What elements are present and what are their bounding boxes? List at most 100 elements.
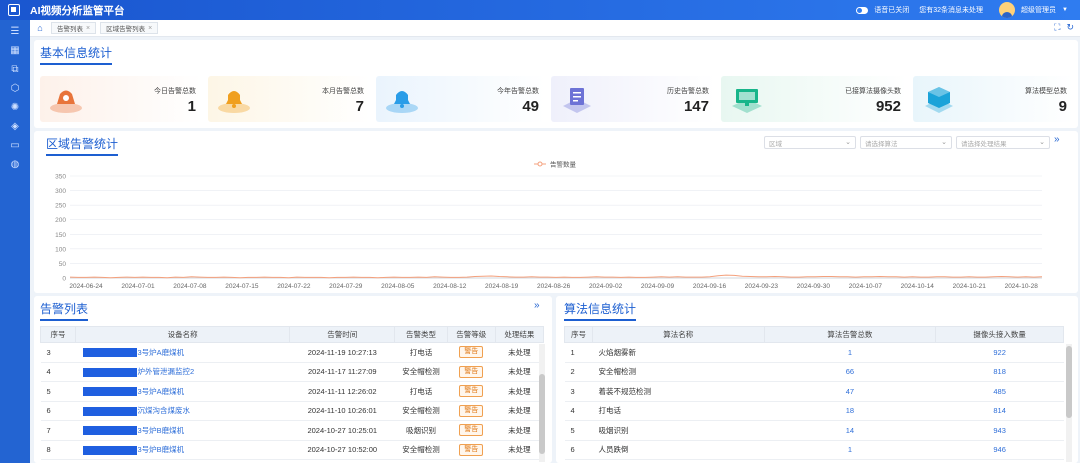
tab-alarm-list[interactable]: 告警列表 × — [51, 22, 97, 34]
table-row[interactable]: 3 3号炉A磨煤机 2024-11-19 10:27:13 打电话 警告 未处理 — [40, 342, 544, 363]
message-notice-link[interactable]: 您有32条消息未处理 — [919, 5, 983, 15]
y-tick-label: 100 — [55, 246, 66, 253]
device-name-text[interactable]: 3号炉B磨煤机 — [137, 426, 184, 435]
avatar[interactable] — [999, 2, 1016, 18]
alarm-time: 2024-11-10 10:26:01 — [289, 401, 395, 421]
handle-result: 未处理 — [495, 362, 544, 382]
globe-icon[interactable]: ◍ — [0, 155, 30, 174]
home-icon[interactable]: ⌂ — [33, 22, 47, 34]
device-name-link[interactable]: 3号炉B磨煤机 — [75, 440, 290, 460]
alarm-level: 警告 — [447, 342, 496, 363]
algorithm-alarm-count[interactable]: 66 — [764, 362, 936, 382]
chevron-down-icon[interactable]: ▼ — [1062, 7, 1068, 13]
camera-count[interactable]: 943 — [935, 420, 1064, 441]
table-row[interactable]: 8 3号炉B磨煤机 2024-10-27 10:52:00 安全帽检测 警告 未处理 — [40, 440, 544, 460]
x-tick-label: 2024-07-15 — [225, 283, 259, 290]
redacted-block — [83, 387, 138, 397]
device-name-text[interactable]: 3号炉A磨煤机 — [137, 348, 184, 357]
app-logo-icon — [8, 4, 20, 16]
expand-icon[interactable]: » — [534, 300, 540, 311]
row-number: 4 — [40, 362, 76, 382]
column-header: 设备名称 — [74, 326, 291, 343]
device-name-text[interactable]: 沉煤沟含煤废水 — [137, 406, 190, 415]
settings-icon[interactable]: ✺ — [0, 98, 30, 117]
x-tick-label: 2024-09-09 — [641, 283, 675, 290]
alarm-type: 打电话 — [394, 381, 448, 402]
column-header: 算法告警总数 — [763, 326, 937, 343]
org-icon[interactable]: ⧉ — [0, 60, 30, 79]
table-row[interactable]: 4 打电话 18 814 — [564, 401, 1064, 421]
device-name-text[interactable]: 3号炉A磨煤机 — [137, 387, 184, 396]
algorithm-alarm-count[interactable]: 14 — [764, 420, 936, 441]
location-icon[interactable]: ⬡ — [0, 79, 30, 98]
table-row[interactable]: 4 炉外管泄漏监控2 2024-11-17 11:27:09 安全帽检测 警告 未处理 — [40, 362, 544, 382]
device-name-link[interactable]: 沉煤沟含煤废水 — [75, 401, 290, 421]
algorithm-alarm-count[interactable]: 18 — [764, 401, 936, 421]
refresh-icon[interactable]: ↻ — [1066, 22, 1074, 33]
table-row[interactable]: 3 着装不规范检测 47 485 — [564, 381, 1064, 402]
close-icon[interactable]: × — [148, 25, 152, 32]
table-row[interactable]: 7 3号炉B磨煤机 2024-10-27 10:25:01 吸烟识别 警告 未处理 — [40, 420, 544, 441]
stat-card: 今日告警总数 1 — [40, 76, 202, 122]
row-number: 7 — [40, 420, 76, 441]
x-tick-label: 2024-08-12 — [433, 283, 467, 290]
algorithm-alarm-count[interactable]: 1 — [764, 440, 936, 460]
device-name-link[interactable]: 3号炉A磨煤机 — [75, 342, 290, 363]
device-name-text[interactable]: 炉外管泄漏监控2 — [137, 367, 194, 376]
alarm-time: 2024-11-17 11:27:09 — [289, 362, 395, 382]
voice-toggle[interactable] — [856, 6, 869, 14]
user-menu[interactable]: 超级管理员 — [1021, 5, 1056, 15]
layers-icon[interactable]: ◈ — [0, 117, 30, 136]
dashboard-icon[interactable]: ▦ — [0, 41, 30, 60]
camera-count[interactable]: 818 — [935, 362, 1064, 382]
camera-count[interactable]: 814 — [935, 401, 1064, 421]
algorithm-stats-panel: 算法信息统计 序号 算法名称 算法告警总数 摄像头接入数量 1 火焰烟雾新 1 922 2 安全… — [556, 296, 1078, 463]
x-tick-label: 2024-10-14 — [901, 283, 935, 290]
algorithm-alarm-count[interactable]: 1 — [764, 342, 936, 363]
table-row[interactable]: 2 安全帽检测 66 818 — [564, 362, 1064, 382]
device-name-link[interactable]: 3号炉B磨煤机 — [75, 420, 290, 441]
scroll-thumb[interactable] — [1066, 346, 1072, 418]
close-icon[interactable]: × — [86, 25, 90, 32]
algorithm-table-scrollbar[interactable] — [1066, 344, 1072, 462]
camera-count[interactable]: 922 — [935, 342, 1064, 363]
algorithm-name: 火焰烟雾新 — [592, 342, 765, 363]
column-header: 处理结果 — [494, 326, 545, 343]
top-right-area: 语音已关闭 您有32条消息未处理 超级管理员 ▼ — [856, 0, 1068, 20]
alarm-table-scrollbar[interactable] — [539, 344, 545, 462]
alarm-level: 警告 — [447, 401, 496, 421]
device-name-link[interactable]: 3号炉A磨煤机 — [75, 381, 290, 402]
x-tick-label: 2024-10-07 — [849, 283, 883, 290]
table-row[interactable]: 6 人员跌倒 1 946 — [564, 440, 1064, 460]
alarm-level: 警告 — [447, 440, 496, 460]
tab-label: 告警列表 — [57, 26, 83, 33]
table-row[interactable]: 5 吸烟识别 14 943 — [564, 420, 1064, 441]
redacted-block — [83, 406, 138, 416]
algorithm-name: 人员跌倒 — [592, 440, 765, 460]
camera-count[interactable]: 946 — [935, 440, 1064, 460]
row-number: 4 — [564, 401, 593, 421]
fullscreen-icon[interactable]: ⛶ — [1054, 22, 1060, 33]
device-name-link[interactable]: 炉外管泄漏监控2 — [75, 362, 290, 382]
table-row[interactable]: 6 沉煤沟含煤废水 2024-11-10 10:26:01 安全帽检测 警告 未处理 — [40, 401, 544, 421]
monitor-icon[interactable]: ▭ — [0, 136, 30, 155]
algorithm-alarm-count[interactable]: 47 — [764, 381, 936, 402]
scroll-thumb[interactable] — [539, 374, 545, 454]
algorithm-name: 着装不规范检测 — [592, 381, 765, 402]
stat-card: 本月告警总数 7 — [208, 76, 370, 122]
menu-icon[interactable]: ☰ — [0, 22, 30, 41]
algorithm-name: 安全帽检测 — [592, 362, 765, 382]
row-number: 3 — [564, 381, 593, 402]
column-header: 序号 — [564, 326, 593, 343]
stat-card: 今年告警总数 49 — [376, 76, 545, 122]
tab-region-alarm-list[interactable]: 区域告警列表 × — [100, 22, 159, 34]
handle-result: 未处理 — [495, 401, 544, 421]
table-row[interactable]: 5 3号炉A磨煤机 2024-11-11 12:26:02 打电话 警告 未处理 — [40, 381, 544, 402]
stat-card-value: 49 — [522, 98, 539, 115]
row-number: 3 — [40, 342, 76, 363]
device-name-text[interactable]: 3号炉B磨煤机 — [137, 445, 184, 454]
top-bar: AI视频分析监管平台 语音已关闭 您有32条消息未处理 超级管理员 ▼ — [0, 0, 1080, 20]
camera-count[interactable]: 485 — [935, 381, 1064, 402]
alarm-type: 安全帽检测 — [394, 362, 448, 382]
table-row[interactable]: 1 火焰烟雾新 1 922 — [564, 342, 1064, 363]
